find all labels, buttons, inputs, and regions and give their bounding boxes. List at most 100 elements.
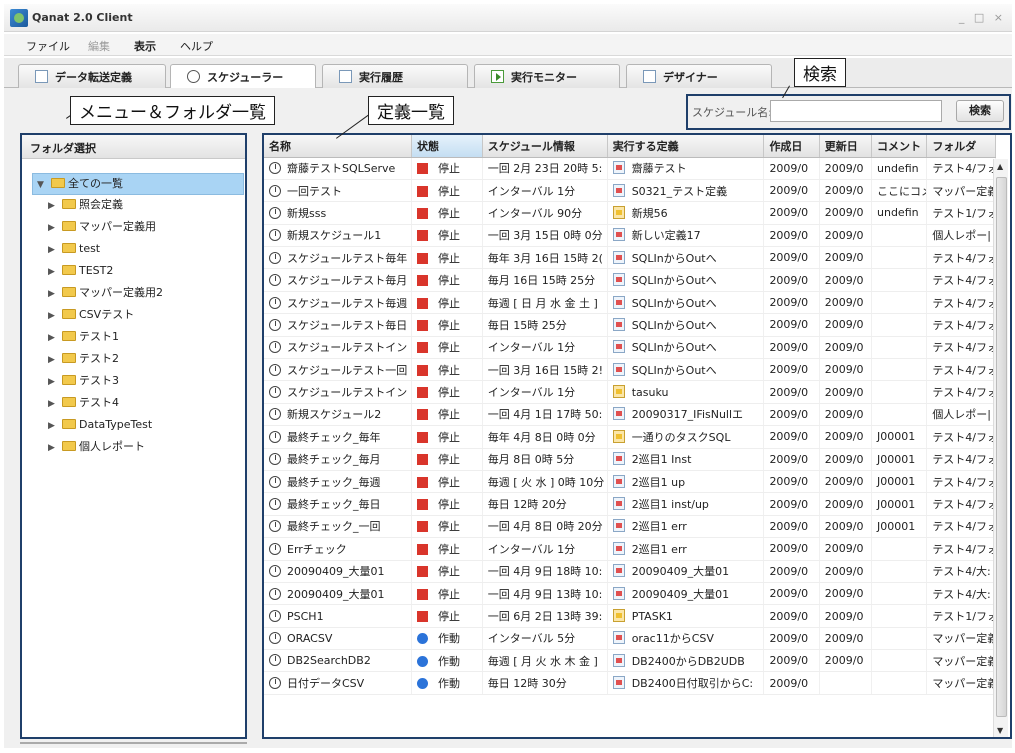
collapse-arrow-icon[interactable]: ▶ <box>48 372 62 392</box>
collapse-arrow-icon[interactable]: ▶ <box>48 196 62 216</box>
folder-tree-item[interactable]: ▶ test <box>32 239 244 261</box>
collapse-arrow-icon[interactable]: ▶ <box>48 240 62 260</box>
column-header[interactable]: 状態 <box>411 135 483 158</box>
table-cell: 2009/0 <box>763 448 820 471</box>
folder-tree-item[interactable]: ▼ 全ての一覧 <box>32 173 244 195</box>
collapse-arrow-icon[interactable]: ▶ <box>48 350 62 370</box>
folder-tree-item[interactable]: ▶ テスト4 <box>32 393 244 415</box>
search-button[interactable]: 検索 <box>956 100 1004 122</box>
collapse-arrow-icon[interactable]: ▶ <box>48 284 62 304</box>
table-row[interactable]: 最終チェック_毎週 停止 毎週 [ 火 水 ] 0時 10分 2巡目1 up 2009/… <box>264 470 996 494</box>
cell-text: スケジュールテストイン <box>287 386 408 400</box>
table-row[interactable]: 最終チェック_一回 停止 一回 4月 8日 0時 20分 2巡目1 err 2009/0… <box>264 515 996 539</box>
folder-tree-item[interactable]: ▶ DataTypeTest <box>32 415 244 437</box>
column-header[interactable]: 名称 <box>264 135 413 158</box>
table-row[interactable]: Errチェック 停止 インターバル 1分 2巡目1 err 2009/0 2009/0 テス… <box>264 537 996 561</box>
cell-text: 2009/0 <box>824 542 864 556</box>
folder-tree-item[interactable]: ▶ テスト3 <box>32 371 244 393</box>
column-header[interactable]: 実行する定義 <box>607 135 765 158</box>
folder-tree-item[interactable]: ▶ マッパー定義用 <box>32 217 244 239</box>
table-row[interactable]: 新規スケジュール2 停止 一回 4月 1日 17時 50: 20090317_IFis… <box>264 403 996 427</box>
table-row[interactable]: PSCH1 停止 一回 6月 2日 13時 39: PTASK1 2009/0 2009/… <box>264 604 996 628</box>
column-header[interactable]: スケジュール情報 <box>482 135 608 158</box>
table-row[interactable]: 20090409_大量01 停止 一回 4月 9日 13時 10: 20090409_… <box>264 582 996 606</box>
table-cell <box>871 537 928 561</box>
cell-text: 2009/0 <box>769 184 809 198</box>
table-cell: 日付データCSV <box>264 671 413 695</box>
table-row[interactable]: スケジュールテストイン 停止 インターバル 1分 SQLInからOutへ 2009/0 2… <box>264 336 996 360</box>
folder-label: テスト1 <box>79 330 119 343</box>
status-running-icon <box>417 678 429 690</box>
table-row[interactable]: スケジュールテスト毎週 停止 毎週 [ 日 月 水 金 土 ] SQLInからOutへ… <box>264 291 996 315</box>
grid-vertical-scrollbar[interactable]: ▲ ▼ <box>993 159 1008 737</box>
table-cell: 停止 <box>411 448 483 471</box>
table-row[interactable]: 20090409_大量01 停止 一回 4月 9日 18時 10: 20090409_… <box>264 560 996 583</box>
collapse-arrow-icon[interactable]: ▶ <box>48 394 62 414</box>
table-row[interactable]: スケジュールテスト毎月 停止 毎月 16日 15時 25分 SQLInからOutへ 20… <box>264 268 996 292</box>
cell-text: 20090317_IFisNullエ <box>631 408 744 422</box>
scroll-down-icon[interactable]: ▼ <box>997 726 1003 735</box>
table-cell: 2巡目1 inst/up <box>607 492 765 516</box>
table-cell: 2009/0 <box>819 336 873 360</box>
definition-icon <box>612 228 625 242</box>
table-cell: 停止 <box>411 358 483 382</box>
table-row[interactable]: 最終チェック_毎月 停止 毎月 8日 0時 5分 2巡目1 Inst 2009/0 200… <box>264 448 996 471</box>
table-row[interactable]: 日付データCSV 作動 毎日 12時 30分 DB2400日付取引からC: 2009/0… <box>264 671 996 695</box>
folder-tree-item[interactable]: ▶ テスト1 <box>32 327 244 349</box>
collapse-arrow-icon[interactable]: ▶ <box>48 218 62 238</box>
tab-designer[interactable]: デザイナー <box>626 64 772 88</box>
folder-tree-item[interactable]: ▶ マッパー定義用2 <box>32 283 244 305</box>
folder-tree-item[interactable]: ▶ テスト2 <box>32 349 244 371</box>
column-header[interactable]: 作成日 <box>763 135 820 158</box>
table-cell: マッパー定義 <box>926 627 996 651</box>
table-row[interactable]: ORACSV 作動 インターバル 5分 orac11からCSV 2009/0 2009/0… <box>264 627 996 651</box>
collapse-arrow-icon[interactable]: ▶ <box>48 306 62 326</box>
expand-arrow-icon[interactable]: ▼ <box>37 175 51 195</box>
collapse-arrow-icon[interactable]: ▶ <box>48 262 62 282</box>
column-header[interactable]: 更新日 <box>819 135 873 158</box>
table-cell: 2009/0 <box>763 358 820 382</box>
tab-execution-monitor[interactable]: 実行モニター <box>474 64 620 88</box>
table-row[interactable]: スケジュールテスト毎日 停止 毎日 15時 25分 SQLInからOutへ 2009/0… <box>264 313 996 337</box>
table-row[interactable]: 新規sss 停止 インターバル 90分 新規56 2009/0 2009/0 undefin… <box>264 201 996 225</box>
collapse-arrow-icon[interactable]: ▶ <box>48 416 62 436</box>
window-controls[interactable]: _ □ × <box>959 11 1006 24</box>
table-cell: 一回 6月 2日 13時 39: <box>482 604 608 628</box>
collapse-arrow-icon[interactable]: ▶ <box>48 438 62 458</box>
cell-text: 2009/0 <box>769 631 809 645</box>
collapse-arrow-icon[interactable]: ▶ <box>48 328 62 348</box>
task-icon <box>612 205 625 219</box>
menu-view[interactable]: 表示 <box>134 38 156 54</box>
table-row[interactable]: スケジュールテスト毎年 停止 毎年 3月 16日 15時 2(SQLInからOutへ… <box>264 246 996 270</box>
folder-label: TEST2 <box>79 264 114 277</box>
table-row[interactable]: 一回テスト 停止 インターバル 1分 S0321_テスト定義 2009/0 2009/0 こ… <box>264 179 996 203</box>
menu-file[interactable]: ファイル <box>26 38 70 54</box>
table-row[interactable]: 新規スケジュール1 停止 一回 3月 15日 0時 0分 新しい定義17 2009/0 2… <box>264 224 996 248</box>
table-row[interactable]: 最終チェック_毎年 停止 毎年 4月 8日 0時 0分 一通りのタスクSQL 2009/… <box>264 425 996 449</box>
scrollbar-thumb[interactable] <box>996 177 1007 717</box>
column-header[interactable]: コメント <box>871 135 928 158</box>
tab-data-transfer[interactable]: データ転送定義 <box>18 64 166 88</box>
table-cell: 停止 <box>411 268 483 292</box>
table-row[interactable]: 最終チェック_毎日 停止 毎日 12時 20分 2巡目1 inst/up 2009/0 2… <box>264 492 996 516</box>
cell-text: 20090409_大量01 <box>287 565 385 579</box>
scroll-up-icon[interactable]: ▲ <box>997 162 1003 171</box>
folder-tree-item[interactable]: ▶ 照会定義 <box>32 195 244 217</box>
table-cell: 2009/0 <box>763 268 820 292</box>
table-row[interactable]: スケジュールテスト一回 停止 一回 3月 16日 15時 2! SQLInからOutへ… <box>264 358 996 382</box>
cell-text: tasuku <box>631 386 669 400</box>
table-row[interactable]: スケジュールテストイン 停止 インターバル 1分 tasuku 2009/0 2009/0… <box>264 380 996 404</box>
folder-tree-item[interactable]: ▶ 個人レポート <box>32 437 244 459</box>
tab-scheduler[interactable]: スケジューラー <box>170 64 316 89</box>
menu-help[interactable]: ヘルプ <box>180 38 213 54</box>
table-cell: 新規sss <box>264 201 413 225</box>
schedule-name-search-input[interactable] <box>770 100 942 122</box>
cell-text: 新規56 <box>631 206 668 220</box>
table-row[interactable]: DB2SearchDB2 作動 毎週 [ 月 火 水 木 金 ] DB2400からDB… <box>264 649 996 673</box>
table-row[interactable]: 齋藤テストSQLServe 停止 一回 2月 23日 20時 5: 齋藤テスト 2009… <box>264 157 996 180</box>
cell-text: マッパー定義 <box>932 632 996 646</box>
column-header[interactable]: フォルダ <box>926 135 996 158</box>
tab-execution-history[interactable]: 実行履歴 <box>322 64 468 88</box>
folder-tree-item[interactable]: ▶ TEST2 <box>32 261 244 283</box>
folder-tree-item[interactable]: ▶ CSVテスト <box>32 305 244 327</box>
